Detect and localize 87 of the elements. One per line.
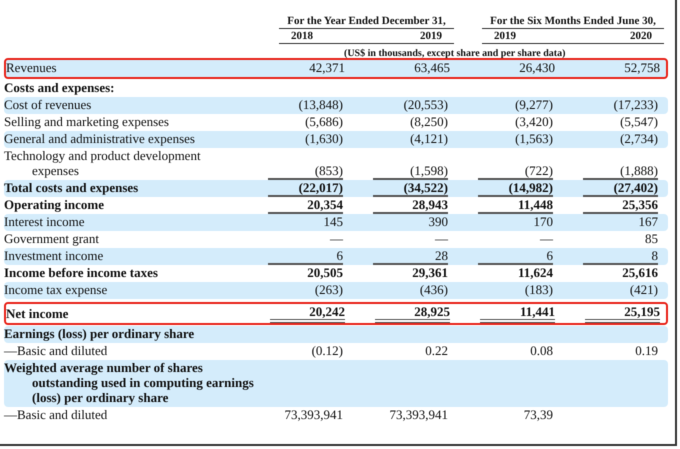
table-cell-text: Operating income <box>4 197 106 212</box>
table-cell-text: 20,354 <box>306 197 343 212</box>
table-cell-text: (13,848) <box>298 97 343 112</box>
table-cell-text: (2,734) <box>619 131 658 146</box>
table-cell-text: — <box>434 231 448 246</box>
table-cell-text: — <box>329 231 343 246</box>
table-cell-text: (1,598) <box>409 163 448 178</box>
table-cell-text: Revenues <box>6 60 58 75</box>
table-cell-text: 42,371 <box>308 60 345 75</box>
table-cell-text: —Basic and diluted <box>4 407 108 422</box>
table-cell-text: 0.22 <box>424 343 448 358</box>
table-cell-text: General and administrative expenses <box>4 131 196 146</box>
year-heading: 2019 <box>420 29 442 43</box>
table-cell-text: 8 <box>650 248 658 263</box>
table-cell-text: (183) <box>524 282 553 297</box>
table-cell-text: 167 <box>638 214 658 229</box>
table-cell-text: 85 <box>644 231 658 246</box>
table-cell-text: (9,277) <box>514 97 553 112</box>
table-cell-text: (421) <box>628 282 658 297</box>
table-cell-text: Weighted average number of shares <box>4 360 204 375</box>
year-heading: 2019 <box>494 29 516 43</box>
table-cell-text: Costs and expenses: <box>4 80 116 95</box>
table-cell-text: Cost of revenues <box>4 97 92 112</box>
table-cell-text: 52,758 <box>623 60 660 75</box>
table-cell-text: (17,233) <box>612 97 658 112</box>
table-cell-text: Interest income <box>4 214 86 229</box>
table-cell-text: 145 <box>322 214 343 229</box>
table-cell-text: Government grant <box>4 231 100 246</box>
table-cell-text: Earnings (loss) per ordinary share <box>4 326 196 341</box>
table-cell-text: 170 <box>532 214 553 229</box>
table-cell-text: Selling and marketing expenses <box>4 114 170 129</box>
table-cell-text: (22,017) <box>298 180 343 195</box>
table-cell-text: Net income <box>6 306 70 321</box>
table-cell-text: Technology and product development <box>4 148 202 163</box>
table-cell-text: 11,441 <box>518 304 555 319</box>
table-cell-text: (1,630) <box>304 131 343 146</box>
table-cell-text: 25,195 <box>623 304 660 319</box>
table-cell-text: 11,624 <box>516 265 553 280</box>
column-group-heading: For the Six Months Ended June 30, <box>482 14 664 29</box>
year-heading: 2018 <box>291 29 313 43</box>
table-cell-text: 28,925 <box>413 304 450 319</box>
table-cell-text: 20,505 <box>306 265 343 280</box>
table-cell-text: (722) <box>524 163 553 178</box>
table-cell-text: outstanding used in computing earnings <box>31 375 255 390</box>
table-cell-text: Income tax expense <box>4 282 108 297</box>
table-cell-text: (27,402) <box>612 180 658 195</box>
table-cell-text: 63,465 <box>413 60 450 75</box>
table-cell-text: 73,39 <box>522 407 553 422</box>
table-cell-text: 73,393,941 <box>388 407 448 422</box>
table-cell-text: (1,888) <box>619 163 658 178</box>
table-cell-text: 20,242 <box>308 304 345 319</box>
table-cell-text: 25,616 <box>621 265 658 280</box>
table-cell-text: 11,448 <box>516 197 553 212</box>
table-cell-text: (853) <box>314 163 343 178</box>
table-cell-text: 6 <box>336 248 343 263</box>
units-note: (US$ in thousands, except share and per share data) <box>344 48 566 59</box>
column-group-heading: For the Year Ended December 31, <box>279 14 454 29</box>
table-cell-text: expenses <box>31 163 80 178</box>
table-cell-text: (263) <box>314 282 343 297</box>
table-cell-text: 26,430 <box>518 60 555 75</box>
table-cell-text: (436) <box>418 282 448 297</box>
table-cell-text: (3,420) <box>514 114 553 129</box>
table-cell-text: 73,393,941 <box>284 407 343 422</box>
table-cell-text: Investment income <box>4 248 104 263</box>
table-cell-text: (20,553) <box>402 97 448 112</box>
table-cell-text: (14,982) <box>508 180 553 195</box>
table-cell-text: 29,361 <box>411 265 448 280</box>
table-cell-text: 6 <box>546 248 553 263</box>
table-cell-text: (4,121) <box>409 131 448 146</box>
year-heading: 2020 <box>630 29 652 43</box>
table-cell-text: 0.08 <box>529 343 553 358</box>
table-cell-text: —Basic and diluted <box>4 343 108 358</box>
table-cell-text: Total costs and expenses <box>4 180 140 195</box>
table-cell-text: (34,522) <box>402 180 448 195</box>
table-cell-text: 25,356 <box>621 197 658 212</box>
table-cell-text: Income before income taxes <box>4 265 159 280</box>
table-cell-text: (1,563) <box>514 131 553 146</box>
table-cell-text: (loss) per ordinary share <box>31 390 170 405</box>
table-cell-text: 0.19 <box>634 343 658 358</box>
table-cell-text: (5,686) <box>304 114 343 129</box>
table-cell-text: 28 <box>434 248 448 263</box>
table-cell-text: (5,547) <box>619 114 658 129</box>
table-cell-text: (0.12) <box>310 343 343 358</box>
table-cell-text: 390 <box>428 214 448 229</box>
table-cell-text: (8,250) <box>409 114 448 129</box>
table-cell-text: 28,943 <box>411 197 448 212</box>
table-cell-text: — <box>539 231 553 246</box>
